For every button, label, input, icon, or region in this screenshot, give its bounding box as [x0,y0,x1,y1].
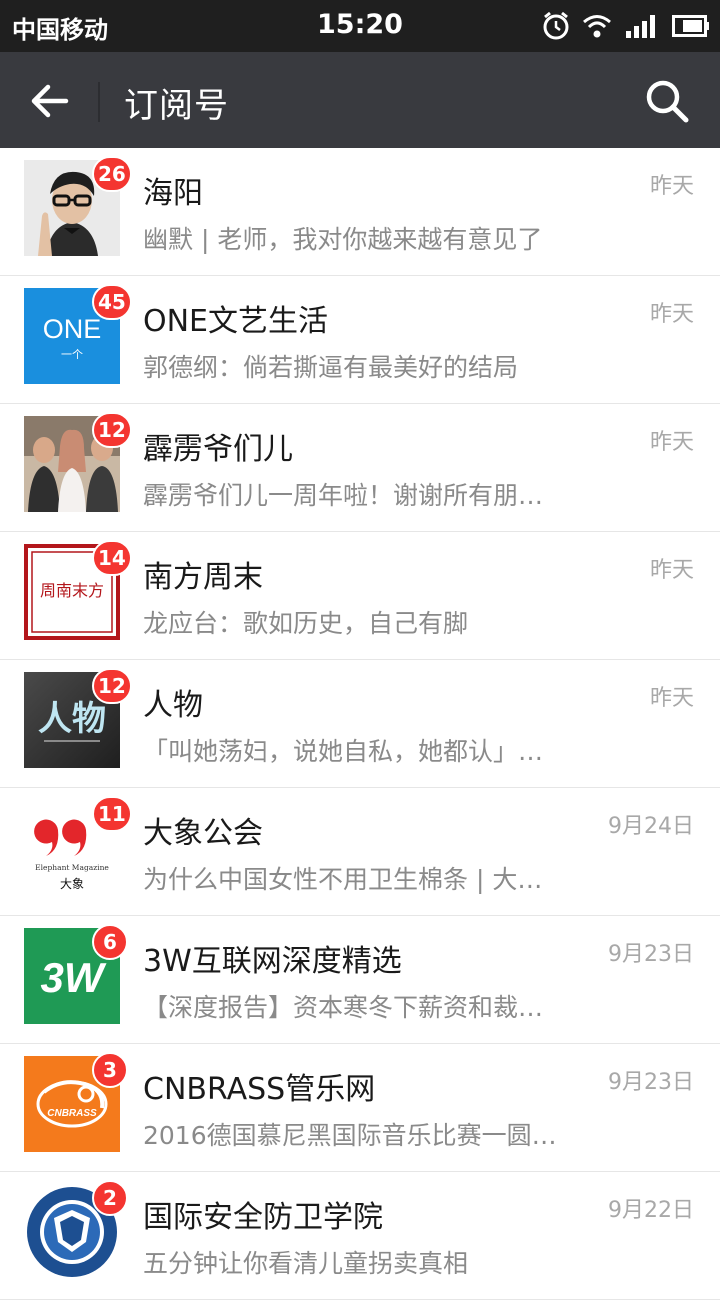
unread-badge: 6 [92,924,128,960]
unread-badge: 11 [92,796,132,832]
timestamp: 昨天 [649,174,694,199]
list-item[interactable]: ONE 一个 45 ONE文艺生活 郭德纲：倘若撕逼有最美好的结局 昨天 [0,276,720,404]
account-name: 大象公会 [143,816,263,851]
message-preview: 龙应台：歌如历史，自己有脚 [143,609,469,638]
status-icons [542,10,710,42]
timestamp: 9月22日 [608,1198,694,1223]
message-preview: 「叫她荡妇，说她自私，她都认」… [143,737,544,766]
alarm-icon [543,11,569,40]
list-item[interactable]: 26 海阳 幽默 | 老师，我对你越来越有意见了 昨天 [0,148,720,276]
account-name: 人物 [143,688,203,723]
nav-divider [98,82,100,122]
message-preview: 为什么中国女性不用卫生棉条 | 大… [143,865,543,894]
list-item[interactable]: CNBRASS 3 CNBRASS管乐网 2016德国慕尼黑国际音乐比赛一圆… … [0,1044,720,1172]
message-preview: 郭德纲：倘若撕逼有最美好的结局 [143,353,519,382]
avatar-logo-text: 3W [41,954,107,1001]
account-name: 海阳 [143,176,203,211]
unread-badge: 26 [92,156,132,192]
timestamp: 9月23日 [608,942,694,967]
avatar-logo-subtext: 一个 [61,348,83,361]
back-button[interactable] [22,74,76,128]
unread-badge: 12 [92,668,132,704]
search-icon[interactable] [642,76,692,126]
page-title: 订阅号 [124,86,229,126]
timestamp: 9月23日 [608,1070,694,1095]
avatar-logo-text: CNBRASS [47,1108,97,1119]
unread-badge: 45 [92,284,132,320]
signal-icon [626,15,655,38]
list-item[interactable]: Elephant Magazine 大象 11 大象公会 为什么中国女性不用卫生… [0,788,720,916]
account-name: 霹雳爷们儿 [143,432,293,467]
list-item[interactable]: 12 霹雳爷们儿 霹雳爷们儿一周年啦！谢谢所有朋… 昨天 [0,404,720,532]
avatar-logo-text: 人物 [38,699,106,739]
message-preview: 2016德国慕尼黑国际音乐比赛一圆… [143,1121,557,1150]
avatar-logo-text: ONE [43,314,102,344]
unread-badge: 12 [92,412,132,448]
list-item[interactable]: 3W 6 3W互联网深度精选 【深度报告】资本寒冬下薪资和裁… 9月23日 [0,916,720,1044]
timestamp: 9月24日 [608,814,694,839]
avatar-logo-text: Elephant Magazine [35,863,109,872]
unread-badge: 3 [92,1052,128,1088]
nav-bar: 订阅号 [0,52,720,148]
list-item[interactable]: 人物 12 人物 「叫她荡妇，说她自私，她都认」… 昨天 [0,660,720,788]
status-bar: 中国移动 15:20 [0,0,720,52]
account-name: 国际安全防卫学院 [143,1200,383,1235]
unread-badge: 2 [92,1180,128,1216]
battery-icon [672,15,709,37]
message-preview: 五分钟让你看清儿童拐卖真相 [143,1249,469,1278]
timestamp: 昨天 [649,302,694,327]
unread-badge: 14 [92,540,132,576]
list-item[interactable]: 周南末方 14 南方周末 龙应台：歌如历史，自己有脚 昨天 [0,532,720,660]
message-preview: 幽默 | 老师，我对你越来越有意见了 [143,225,543,254]
message-preview: 【深度报告】资本寒冬下薪资和裁… [143,993,544,1022]
wifi-icon [583,15,611,38]
message-preview: 霹雳爷们儿一周年啦！谢谢所有朋… [143,481,544,510]
timestamp: 昨天 [649,430,694,455]
avatar-logo-subtext: 大象 [60,877,84,891]
timestamp: 昨天 [649,558,694,583]
timestamp: 昨天 [649,686,694,711]
avatar-logo-text: 周南末方 [40,581,104,600]
account-name: ONE文艺生活 [143,304,329,339]
list-item[interactable]: 2 国际安全防卫学院 五分钟让你看清儿童拐卖真相 9月22日 [0,1172,720,1300]
account-name: CNBRASS管乐网 [143,1072,376,1107]
subscription-list: 26 海阳 幽默 | 老师，我对你越来越有意见了 昨天 ONE 一个 45 ON… [0,148,720,1300]
account-name: 南方周末 [143,560,263,595]
account-name: 3W互联网深度精选 [143,944,402,979]
